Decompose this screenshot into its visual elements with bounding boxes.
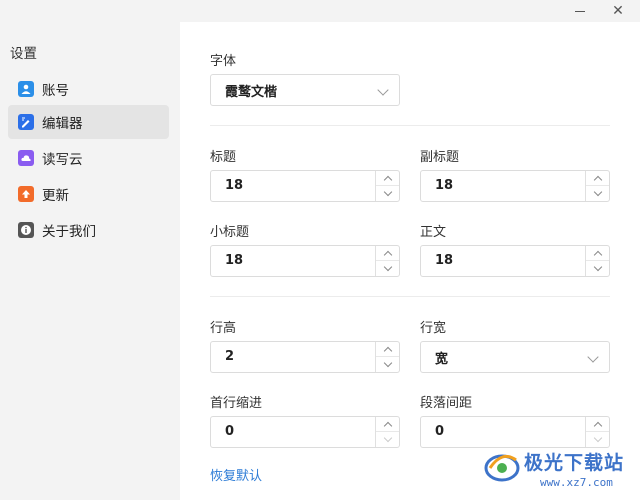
reset-defaults-link[interactable]: 恢复默认 [210, 465, 262, 484]
stepper-buttons [375, 417, 399, 447]
paragraph-spacing-value: 0 [435, 424, 445, 439]
sidebar: 设置 账号 编辑器 读写云 更新 关于我们 [0, 22, 180, 500]
chevron-down-icon [383, 433, 392, 443]
user-icon [18, 81, 34, 97]
watermark-text: 极光下载站 [524, 452, 625, 474]
stepper-buttons [585, 171, 609, 201]
sidebar-item-about[interactable]: 关于我们 [8, 213, 169, 247]
close-icon: ✕ [612, 3, 624, 19]
title-size-label: 标题 [210, 150, 237, 165]
chevron-up-icon [593, 250, 602, 259]
chevron-down-icon [383, 262, 392, 272]
line-width-select-value: 宽 [435, 351, 449, 367]
info-icon [18, 222, 34, 238]
sidebar-item-account[interactable]: 账号 [8, 72, 169, 106]
line-width-select[interactable]: 宽 [420, 341, 610, 373]
watermark: 极光下载站 www.xz7.com [480, 442, 640, 500]
sidebar-item-label: 更新 [42, 188, 69, 204]
chevron-down-icon [377, 84, 389, 96]
increment-button[interactable] [376, 171, 399, 186]
font-select-value: 霞鹜文楷 [225, 84, 278, 100]
font-select[interactable]: 霞鹜文楷 [210, 74, 400, 106]
first-indent-stepper[interactable]: 0 [210, 416, 400, 448]
body-size-value: 18 [435, 253, 454, 268]
line-width-label: 行宽 [420, 321, 447, 336]
minimize-icon [575, 10, 585, 12]
title-size-stepper[interactable]: 18 [210, 170, 400, 202]
chevron-up-icon [383, 175, 392, 184]
sidebar-title: 设置 [10, 46, 37, 62]
chevron-up-icon [383, 250, 392, 259]
increment-button[interactable] [586, 171, 609, 186]
sidebar-item-editor[interactable]: 编辑器 [8, 105, 169, 139]
sidebar-item-update[interactable]: 更新 [8, 177, 169, 211]
title-size-value: 18 [225, 178, 244, 193]
subtitle-size-value: 18 [435, 178, 454, 193]
increment-button[interactable] [586, 417, 609, 432]
body-size-stepper[interactable]: 18 [420, 245, 610, 277]
increment-button[interactable] [376, 342, 399, 357]
sidebar-item-cloud[interactable]: 读写云 [8, 141, 169, 175]
paragraph-spacing-label: 段落间距 [420, 396, 473, 411]
divider [210, 296, 610, 297]
chevron-down-icon [383, 187, 392, 197]
sidebar-item-label: 账号 [42, 83, 69, 99]
increment-button[interactable] [586, 246, 609, 261]
decrement-button[interactable] [376, 261, 399, 276]
increment-button[interactable] [376, 246, 399, 261]
line-height-label: 行高 [210, 321, 237, 336]
editor-icon [18, 114, 34, 130]
divider [210, 125, 610, 126]
chevron-down-icon [593, 262, 602, 272]
chevron-up-icon [383, 346, 392, 355]
sidebar-item-label: 读写云 [42, 152, 83, 168]
font-label: 字体 [210, 54, 237, 69]
decrement-button[interactable] [376, 432, 399, 447]
cloud-icon [18, 150, 34, 166]
chevron-down-icon [593, 433, 602, 443]
title-bar: ✕ [0, 0, 640, 22]
chevron-down-icon [383, 358, 392, 368]
chevron-up-icon [593, 421, 602, 430]
decrement-button[interactable] [376, 357, 399, 372]
body-size-label: 正文 [420, 225, 447, 240]
decrement-button[interactable] [586, 186, 609, 201]
line-height-value: 2 [225, 349, 235, 364]
subtitle-size-stepper[interactable]: 18 [420, 170, 610, 202]
sidebar-item-label: 编辑器 [42, 116, 83, 132]
stepper-buttons [375, 342, 399, 372]
watermark-logo-icon [484, 454, 520, 482]
decrement-button[interactable] [586, 261, 609, 276]
small-title-size-stepper[interactable]: 18 [210, 245, 400, 277]
increment-button[interactable] [376, 417, 399, 432]
close-button[interactable]: ✕ [603, 0, 633, 22]
chevron-down-icon [587, 351, 599, 363]
settings-window: ✕ 设置 账号 编辑器 读写云 更新 关于我们 字体 霞鹜文楷 标题 18 副标… [0, 0, 640, 500]
chevron-up-icon [593, 175, 602, 184]
chevron-down-icon [593, 187, 602, 197]
first-indent-label: 首行缩进 [210, 396, 263, 411]
decrement-button[interactable] [376, 186, 399, 201]
small-title-size-label: 小标题 [210, 225, 250, 240]
watermark-url: www.xz7.com [540, 476, 613, 489]
minimize-button[interactable] [565, 0, 595, 22]
small-title-size-value: 18 [225, 253, 244, 268]
line-height-stepper[interactable]: 2 [210, 341, 400, 373]
editor-settings-panel: 字体 霞鹜文楷 标题 18 副标题 18 小标题 18 正文 18 行高 2 行… [180, 22, 640, 500]
stepper-buttons [585, 246, 609, 276]
update-icon [18, 186, 34, 202]
subtitle-size-label: 副标题 [420, 150, 460, 165]
first-indent-value: 0 [225, 424, 235, 439]
stepper-buttons [375, 171, 399, 201]
sidebar-item-label: 关于我们 [42, 224, 96, 240]
chevron-up-icon [383, 421, 392, 430]
stepper-buttons [375, 246, 399, 276]
